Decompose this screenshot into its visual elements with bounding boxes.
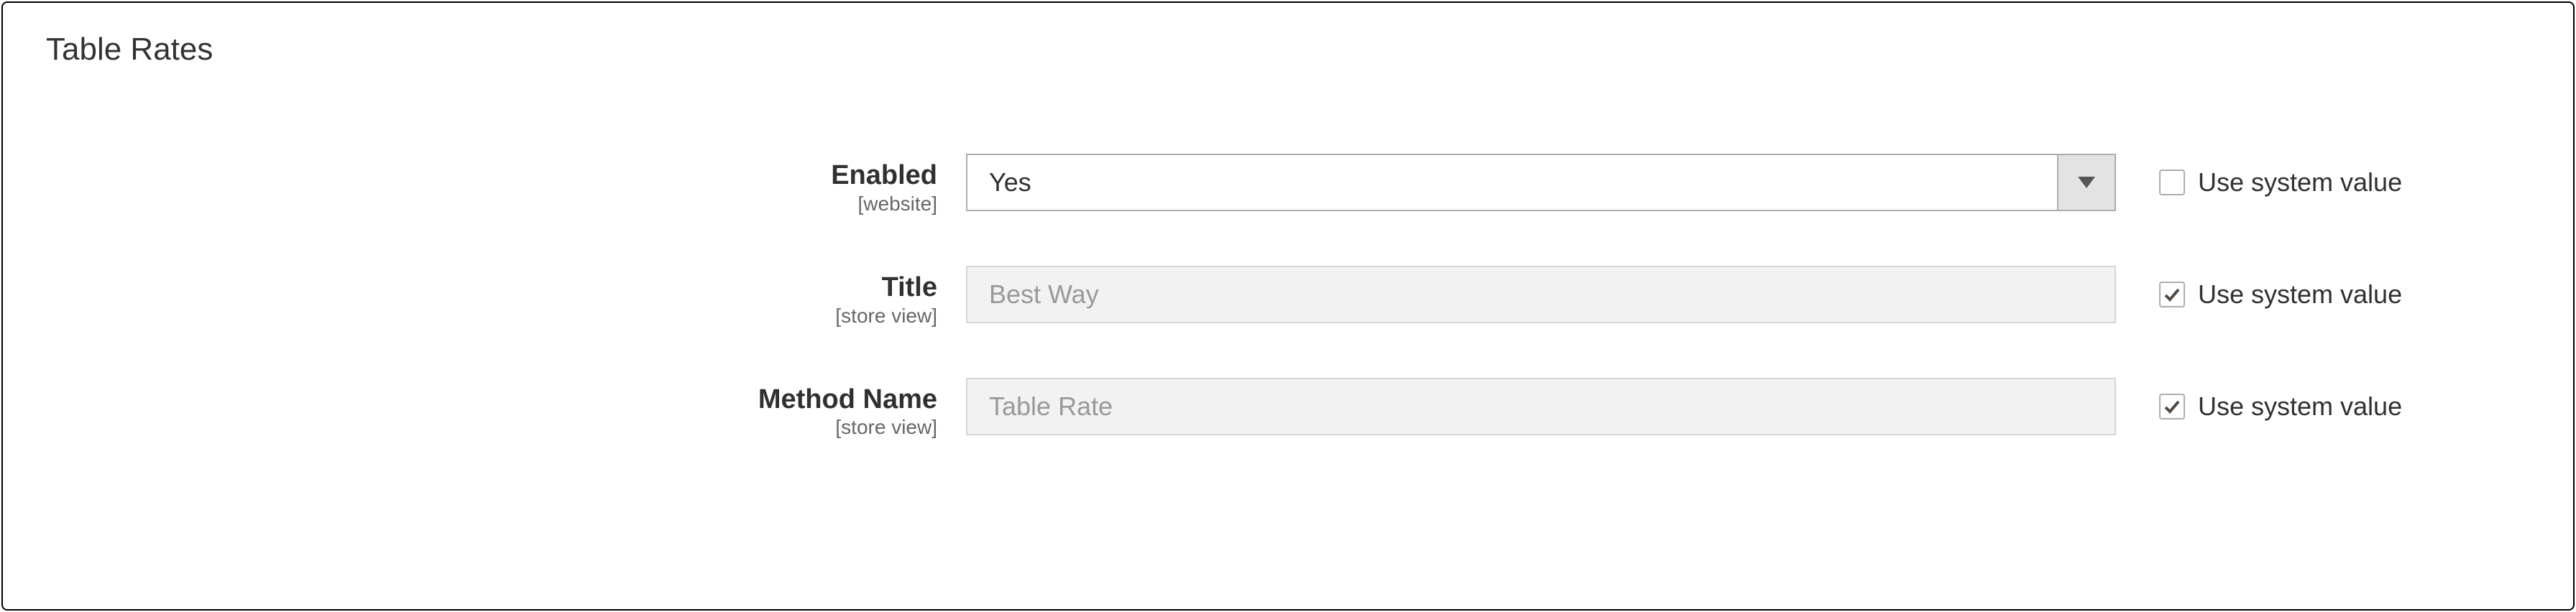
check-icon [2163, 286, 2181, 303]
check-col-method-name: Use system value [2116, 378, 2402, 435]
title-input[interactable] [966, 266, 2116, 323]
row-enabled: Enabled [website] Yes Use system value [46, 154, 2530, 215]
method-name-input[interactable] [966, 378, 2116, 435]
enabled-use-system-checkbox[interactable] [2159, 170, 2185, 195]
title-use-system-label: Use system value [2198, 279, 2402, 310]
enabled-select-toggle[interactable] [2057, 155, 2115, 210]
input-col-enabled: Yes [966, 154, 2116, 211]
title-use-system-checkbox[interactable] [2159, 282, 2185, 307]
method-name-scope: [store view] [46, 416, 937, 439]
row-title: Title [store view] Use system value [46, 266, 2530, 328]
check-col-title: Use system value [2116, 266, 2402, 323]
input-col-title [966, 266, 2116, 323]
title-label: Title [46, 273, 937, 303]
label-col-title: Title [store view] [46, 266, 966, 328]
check-col-enabled: Use system value [2116, 154, 2402, 211]
table-rates-panel: Table Rates Enabled [website] Yes Use sy… [1, 1, 2575, 611]
label-col-enabled: Enabled [website] [46, 154, 966, 215]
label-col-method-name: Method Name [store view] [46, 378, 966, 440]
title-scope: [store view] [46, 305, 937, 328]
enabled-label: Enabled [46, 161, 937, 191]
enabled-select-value: Yes [967, 155, 2057, 210]
enabled-select[interactable]: Yes [966, 154, 2116, 211]
method-name-label: Method Name [46, 385, 937, 415]
check-icon [2163, 398, 2181, 415]
section-title: Table Rates [46, 32, 2530, 68]
chevron-down-icon [2078, 177, 2095, 188]
enabled-scope: [website] [46, 193, 937, 215]
enabled-use-system-label: Use system value [2198, 167, 2402, 198]
method-name-use-system-checkbox[interactable] [2159, 394, 2185, 419]
input-col-method-name [966, 378, 2116, 435]
method-name-use-system-label: Use system value [2198, 391, 2402, 422]
row-method-name: Method Name [store view] Use system valu… [46, 378, 2530, 440]
